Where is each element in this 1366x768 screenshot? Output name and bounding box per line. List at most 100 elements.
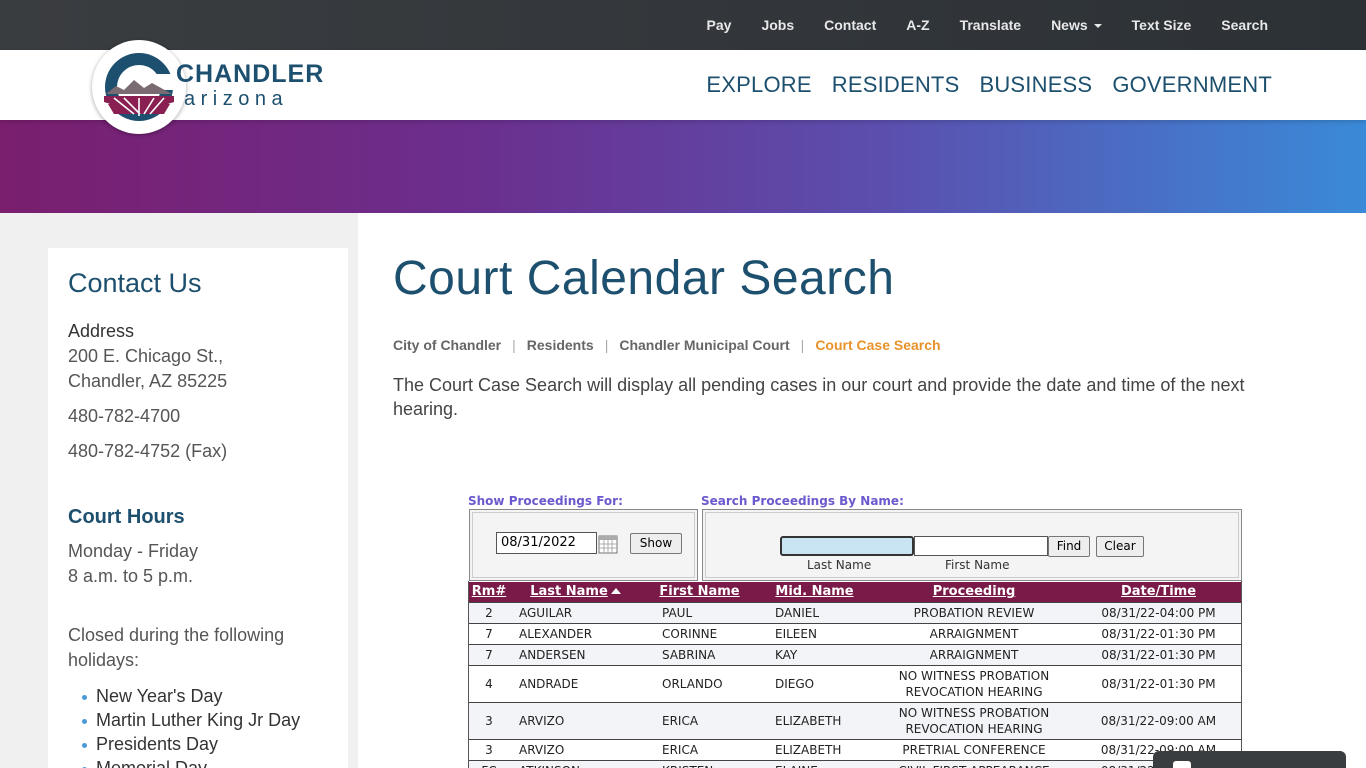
breadcrumb-separator: | — [512, 337, 516, 353]
cell-first-name: SABRINA — [642, 643, 757, 665]
utility-link-translate[interactable]: Translate — [960, 17, 1021, 33]
cell-last-name: ANDERSEN — [509, 643, 642, 665]
feedback-widget[interactable] — [1153, 751, 1346, 768]
col-room[interactable]: Rm# — [469, 582, 509, 602]
proceeding-line1: NO WITNESS PROBATION — [898, 668, 1050, 683]
cell-date-time: 08/31/22-04:00 PM — [1076, 601, 1241, 623]
cell-proceeding: NO WITNESS PROBATION REVOCATION HEARING — [872, 664, 1076, 702]
cell-proceeding: ARRAIGNMENT — [872, 622, 1076, 644]
find-button[interactable]: Find — [1048, 536, 1090, 557]
cell-room: 3 — [469, 701, 509, 739]
news-label: News — [1051, 17, 1088, 33]
utility-link-contact[interactable]: Contact — [824, 17, 876, 33]
utility-link-search[interactable]: Search — [1221, 17, 1268, 33]
holiday-item: Memorial Day — [76, 756, 300, 768]
closed-note-line2: holidays: — [68, 650, 140, 670]
nav-business[interactable]: BUSINESS — [979, 72, 1092, 98]
sidebar: Contact Us Address 200 E. Chicago St., C… — [48, 248, 348, 768]
address-line1: 200 E. Chicago St., — [68, 346, 224, 366]
cell-date-time: 08/31/22-09:00 AM — [1076, 701, 1241, 739]
table-header-row: Rm# Last Name First Name Mid. Name Proce… — [469, 582, 1241, 602]
cell-last-name: ARVIZO — [509, 738, 642, 760]
clear-button[interactable]: Clear — [1096, 536, 1144, 557]
breadcrumb-current: Court Case Search — [815, 337, 941, 353]
proceeding-line1: NO WITNESS PROBATION — [898, 705, 1050, 720]
utility-link-pay[interactable]: Pay — [707, 17, 732, 33]
cell-room: 3 — [469, 738, 509, 760]
search-proceedings-label: Search Proceedings By Name: — [701, 494, 904, 508]
chandler-seal-icon — [104, 53, 174, 121]
cell-mid-name: DIEGO — [757, 664, 872, 702]
cell-room: FC — [469, 759, 509, 768]
cell-date-time: 08/31/22-01:30 PM — [1076, 643, 1241, 665]
show-button[interactable]: Show — [630, 533, 682, 554]
table-row: FC ATKINSON KRISTEN ELAINE CIVIL FIRST A… — [469, 759, 1241, 768]
cell-first-name: PAUL — [642, 601, 757, 623]
breadcrumb-separator: | — [800, 337, 805, 353]
closed-note-line1: Closed during the following — [68, 625, 285, 645]
cell-first-name: KRISTEN — [642, 759, 757, 768]
chat-icon — [1173, 761, 1191, 768]
cell-room: 2 — [469, 601, 509, 623]
breadcrumb-residents[interactable]: Residents — [527, 337, 594, 353]
table-row: 3 ARVIZO ERICA ELIZABETH PRETRIAL CONFER… — [469, 738, 1241, 760]
fax-number: 480-782-4752 (Fax) — [68, 441, 228, 461]
cell-mid-name: ELIZABETH — [757, 701, 872, 739]
col-first-name[interactable]: First Name — [642, 582, 757, 602]
holiday-item: Presidents Day — [76, 732, 300, 756]
nav-government[interactable]: GOVERNMENT — [1112, 72, 1272, 98]
table-row: 7 ANDERSEN SABRINA KAY ARRAIGNMENT 08/31… — [469, 643, 1241, 665]
cell-room: 4 — [469, 664, 509, 702]
cell-proceeding: ARRAIGNMENT — [872, 643, 1076, 665]
nav-residents[interactable]: RESIDENTS — [832, 72, 960, 98]
cases-table: Rm# Last Name First Name Mid. Name Proce… — [469, 582, 1241, 768]
address-label: Address — [68, 321, 135, 341]
col-last-name[interactable]: Last Name — [509, 582, 642, 602]
cell-proceeding: PRETRIAL CONFERENCE — [872, 738, 1076, 760]
address-line2: Chandler, AZ 85225 — [68, 371, 228, 391]
table-row: 7 ALEXANDER CORINNE EILEEN ARRAIGNMENT 0… — [469, 622, 1241, 644]
cell-proceeding: CIVIL FIRST APPEARANCE — [872, 759, 1076, 768]
cell-last-name: ALEXANDER — [509, 622, 642, 644]
phone-link[interactable]: 480-782-4700 — [68, 404, 180, 429]
first-name-input[interactable] — [914, 536, 1048, 556]
holiday-list: New Year's Day Martin Luther King Jr Day… — [76, 684, 300, 768]
cell-last-name: ANDRADE — [509, 664, 642, 702]
utility-link-a-z[interactable]: A-Z — [906, 17, 929, 33]
breadcrumb-city[interactable]: City of Chandler — [393, 337, 501, 353]
date-input[interactable]: 08/31/2022 — [496, 532, 597, 554]
city-logo[interactable] — [92, 40, 186, 134]
hours-time: 8 a.m. to 5 p.m. — [68, 566, 194, 586]
logo-wordmark[interactable]: CHANDLER arizona — [176, 60, 324, 110]
last-name-label: Last Name — [807, 558, 872, 572]
cell-first-name: ERICA — [642, 701, 757, 739]
last-name-input[interactable] — [780, 536, 914, 556]
breadcrumb-municipal-court[interactable]: Chandler Municipal Court — [619, 337, 789, 353]
utility-link-news[interactable]: News — [1051, 17, 1102, 33]
date-panel: 08/31/2022 Show — [469, 509, 698, 581]
cell-room: 7 — [469, 622, 509, 644]
utility-link-text-size[interactable]: Text Size — [1132, 17, 1192, 33]
proceeding-line2: REVOCATION HEARING — [905, 721, 1043, 736]
contact-heading: Contact Us — [68, 268, 202, 298]
hero-banner — [0, 120, 1366, 213]
utility-link-jobs[interactable]: Jobs — [761, 17, 794, 33]
court-hours-heading: Court Hours — [68, 506, 185, 528]
calendar-icon[interactable] — [598, 534, 618, 554]
col-mid-name[interactable]: Mid. Name — [757, 582, 872, 602]
cell-mid-name: EILEEN — [757, 622, 872, 644]
cell-proceeding: NO WITNESS PROBATION REVOCATION HEARING — [872, 701, 1076, 739]
cell-room: 7 — [469, 643, 509, 665]
page-title: Court Calendar Search — [393, 252, 895, 305]
holiday-item: New Year's Day — [76, 684, 300, 708]
cell-last-name: ARVIZO — [509, 701, 642, 739]
cell-first-name: CORINNE — [642, 622, 757, 644]
first-name-label: First Name — [945, 558, 1010, 572]
nav-explore[interactable]: EXPLORE — [706, 72, 811, 98]
col-date-time[interactable]: Date/Time — [1076, 582, 1241, 602]
cell-date-time: 08/31/22-01:30 PM — [1076, 622, 1241, 644]
table-row: 3 ARVIZO ERICA ELIZABETH NO WITNESS PROB… — [469, 701, 1241, 739]
breadcrumb-separator: | — [604, 337, 609, 353]
col-proceeding[interactable]: Proceeding — [872, 582, 1076, 602]
hours-days: Monday - Friday — [68, 541, 199, 561]
